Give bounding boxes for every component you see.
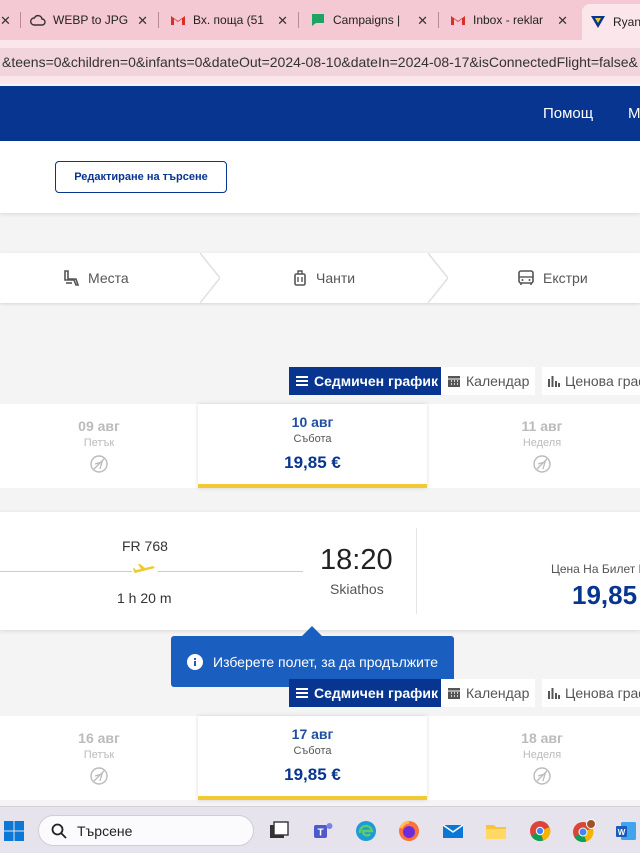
teams-icon[interactable]: T [311,819,335,843]
flight-card[interactable]: FR 768 1 h 20 m 18:20 Skiathos Цена На Б… [0,512,640,630]
divider [416,528,417,614]
seat-icon [62,269,80,287]
date-cell[interactable]: 18 авг Неделя [427,716,640,800]
search-summary-panel: Редактиране на търсене [0,141,640,213]
arrival-city: Skiathos [330,581,384,597]
svg-text:T: T [317,828,323,839]
ryanair-icon [590,14,606,30]
tab-ryanair[interactable]: Ryan [582,4,640,40]
flight-price: 19,85 [572,580,638,610]
search-icon [51,823,67,839]
date-price: 19,85 € [284,765,341,784]
tab-webp-to-jpg[interactable]: WEBP to JPG ✕ [30,6,148,34]
date-price: 19,85 € [284,453,341,472]
close-icon[interactable]: ✕ [137,13,148,29]
calendar-icon [447,686,461,700]
step-bags[interactable]: Чанти [292,253,355,303]
tab-inbox-reklar[interactable]: Inbox - reklar ✕ [450,6,568,34]
date-cell-selected[interactable]: 17 авг Събота 19,85 € [198,716,427,800]
tab-close-partial[interactable]: ✕ [0,6,14,34]
no-flights-icon [90,455,108,473]
gmail-icon [170,12,186,28]
nav-link-partial[interactable]: М [628,105,640,122]
outbound-date-carousel: 09 авг Петък 10 авг Събота 19,85 € 11 ав… [0,404,640,488]
list-icon [295,687,309,699]
gmail-icon [450,12,466,28]
windows-start-icon[interactable] [2,819,26,843]
price-graph-button[interactable]: Ценова граф [542,679,640,707]
mail-icon[interactable] [441,819,465,843]
taskbar: Търсене T W [0,806,640,853]
close-icon[interactable]: ✕ [417,13,428,29]
close-icon[interactable]: ✕ [557,13,568,29]
tab-gmail-inbox[interactable]: Вх. поща (51 ✕ [170,6,288,34]
tab-campaigns[interactable]: Campaigns | ✕ [310,6,428,34]
step-seats[interactable]: Места [62,253,129,303]
weekly-view-button[interactable]: Седмичен график [289,367,445,395]
file-explorer-icon[interactable] [484,819,508,843]
fare-label: Цена На Билет Е [551,562,640,576]
date-cell[interactable]: 11 авг Неделя [427,404,640,488]
edit-search-button[interactable]: Редактиране на търсене [55,161,227,193]
chat-icon [310,12,326,28]
chrome-icon[interactable] [528,819,552,843]
step-chevron [428,253,448,303]
taskbar-search[interactable]: Търсене [38,815,254,846]
word-icon[interactable]: W [614,819,638,843]
bar-chart-icon [548,687,560,699]
calendar-icon [447,374,461,388]
tooltip-arrow [302,626,322,636]
address-bar-area: &teens=0&children=0&infants=0&dateOut=20… [0,40,640,84]
inbound-date-carousel: 16 авг Петък 17 авг Събота 19,85 € 18 ав… [0,716,640,800]
no-flights-icon [533,455,551,473]
outbound-view-toggles: Седмичен график Календар Ценова граф [0,367,640,395]
weekly-view-button[interactable]: Седмичен график [289,679,445,707]
firefox-icon[interactable] [397,819,421,843]
no-flights-icon [533,767,551,785]
browser-tab-strip: ✕ WEBP to JPG ✕ Вх. поща (51 ✕ Campaigns… [0,0,640,40]
date-cell[interactable]: 09 авг Петък [0,404,198,488]
step-extras[interactable]: Екстри [517,253,588,303]
luggage-icon [292,269,308,287]
info-icon [187,653,203,670]
step-chevron [200,253,220,303]
calendar-view-button[interactable]: Календар [441,367,536,395]
no-flights-icon [90,767,108,785]
cloud-icon [30,12,46,28]
svg-text:W: W [618,828,626,837]
flight-number: FR 768 [122,538,168,554]
date-cell-selected[interactable]: 10 авг Събота 19,85 € [198,404,427,488]
edge-icon[interactable] [354,819,378,843]
site-header: Помощ М [0,86,640,141]
booking-steps: Места Чанти Екстри [0,253,640,303]
task-view-icon[interactable] [267,819,291,843]
date-cell[interactable]: 16 авг Петък [0,716,198,800]
plane-icon [132,562,158,580]
bus-icon [517,269,535,287]
bar-chart-icon [548,375,560,387]
close-icon[interactable]: ✕ [277,13,288,29]
chrome-profile-icon[interactable] [572,819,596,843]
arrival-time: 18:20 [320,544,393,576]
inbound-view-toggles: Седмичен график Календар Ценова граф [0,679,640,707]
url-field[interactable]: &teens=0&children=0&infants=0&dateOut=20… [0,48,640,76]
flight-duration: 1 h 20 m [117,590,172,606]
help-link[interactable]: Помощ [543,105,593,122]
calendar-view-button[interactable]: Календар [441,679,536,707]
price-graph-button[interactable]: Ценова граф [542,367,640,395]
list-icon [295,375,309,387]
